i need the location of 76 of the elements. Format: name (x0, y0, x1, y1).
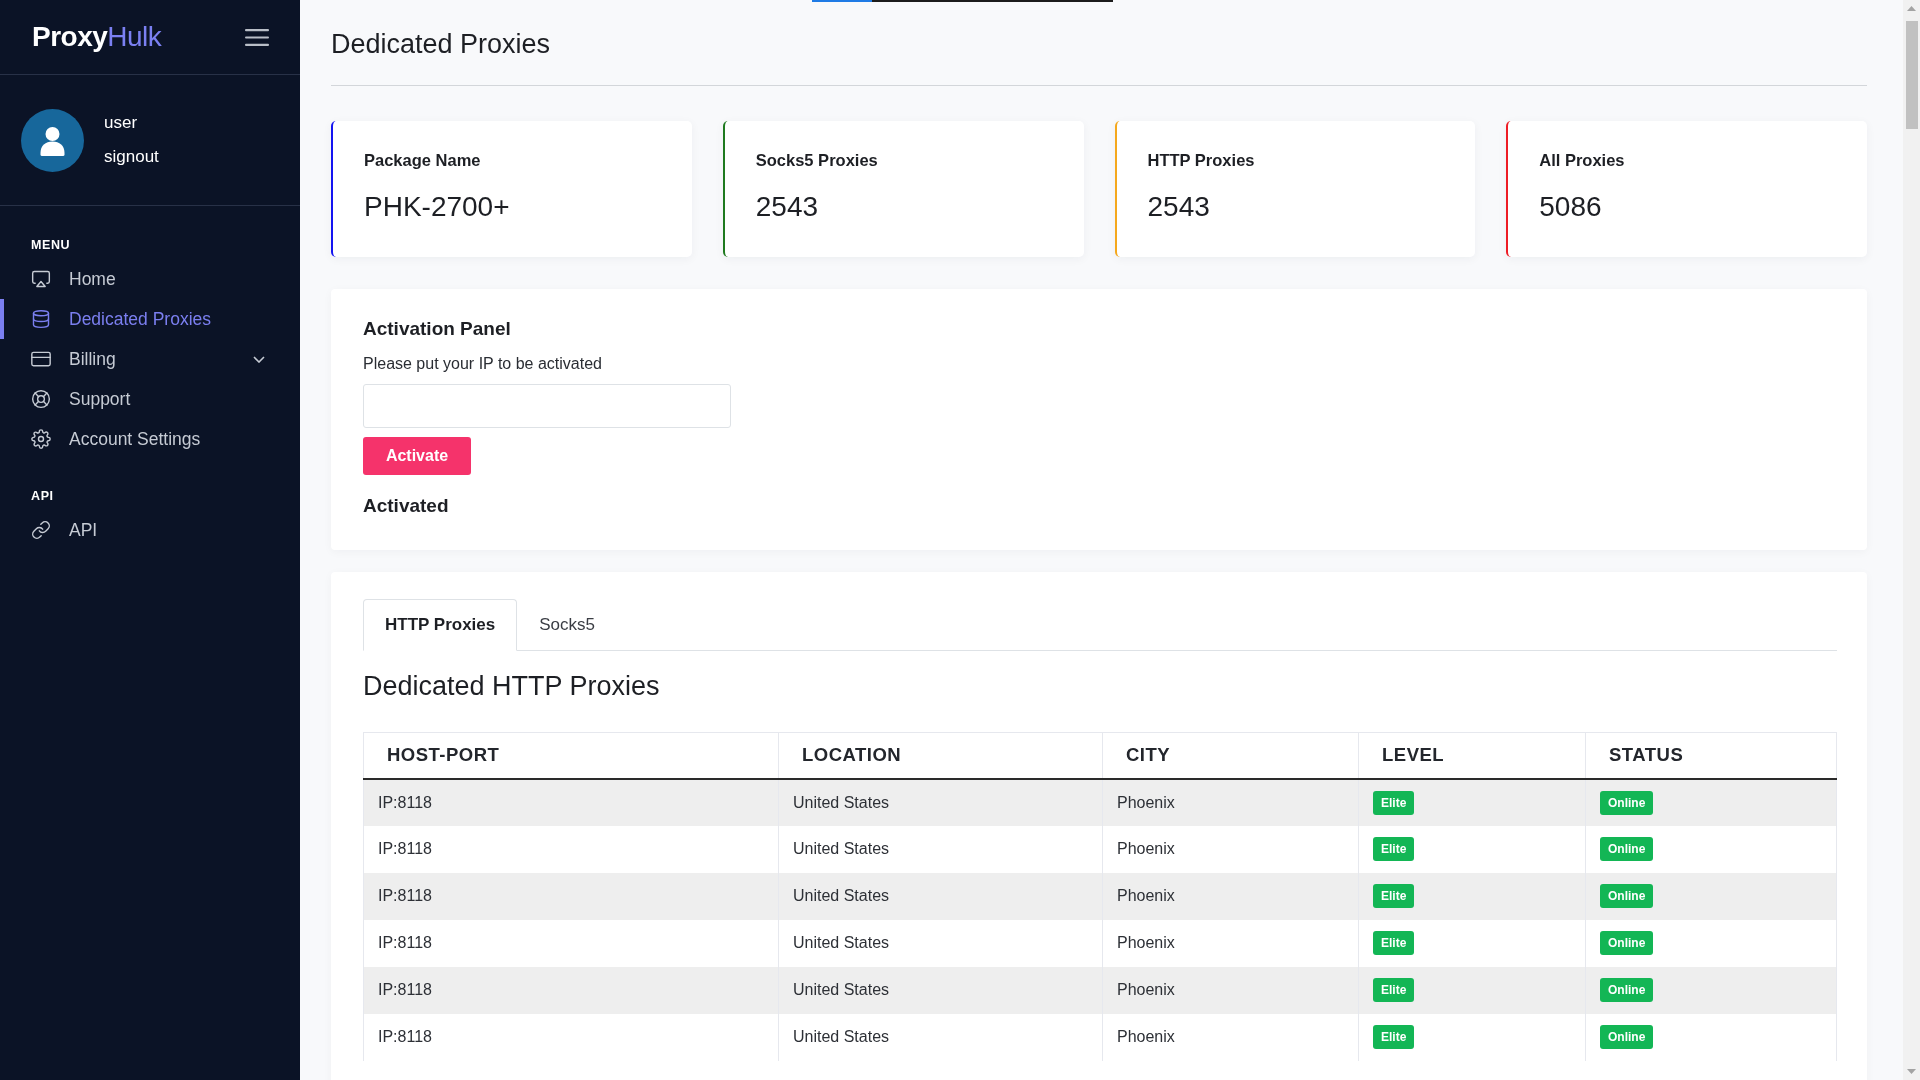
status-badge: Online (1600, 884, 1654, 908)
sidebar-item[interactable]: Billing (0, 339, 300, 379)
table-cell: United States (778, 1013, 1103, 1061)
sidebar-item[interactable]: Account Settings (0, 419, 300, 459)
sidebar-item[interactable]: Support (0, 379, 300, 419)
settings-icon (31, 429, 51, 449)
stat-value: PHK-2700+ (364, 190, 510, 224)
stat-value: 5086 (1539, 190, 1602, 224)
table-cell: United States (778, 919, 1103, 967)
stat-label: All Proxies (1539, 150, 1625, 170)
link-icon (31, 520, 51, 540)
level-badge: Elite (1373, 1025, 1415, 1049)
instruction-text: Please put your IP to be activated (363, 354, 602, 374)
menu-section-heading: API (31, 488, 54, 504)
level-badge: Elite (1373, 931, 1415, 955)
table-cell: Phoenix (1102, 919, 1359, 967)
menu-icon (245, 28, 269, 46)
level-badge: Elite (1373, 790, 1415, 815)
status-badge: Online (1600, 837, 1654, 861)
status-badge: Online (1600, 1025, 1654, 1049)
sidebar-item[interactable]: Home (0, 259, 300, 299)
table-cell: IP:8118 (363, 919, 779, 967)
table-cell: IP:8118 (363, 1013, 779, 1061)
scroll-down-icon[interactable] (1907, 1069, 1916, 1074)
credit-card-icon (31, 349, 51, 369)
status-badge: Online (1600, 790, 1654, 815)
scroll-up-icon[interactable] (1907, 6, 1916, 11)
table-cell: IP:8118 (363, 966, 779, 1014)
column-header: STATUS (1585, 732, 1837, 779)
table-cell: Phoenix (1102, 825, 1359, 873)
activation-status: Activated (363, 494, 449, 518)
scrollbar-thumb[interactable] (1905, 21, 1918, 129)
menu-button[interactable] (245, 28, 269, 46)
level-badge: Elite (1373, 837, 1415, 861)
table-cell: IP:8118 (363, 825, 779, 873)
status-badge: Online (1600, 931, 1654, 955)
table-cell: Phoenix (1102, 778, 1359, 826)
chevron-down-icon (253, 355, 265, 363)
stat-label: Package Name (364, 150, 481, 170)
level-badge: Elite (1373, 884, 1415, 908)
database-icon (31, 309, 51, 329)
table-cell: IP:8118 (363, 778, 779, 826)
signout-link[interactable]: signout (104, 146, 159, 168)
table-cell: United States (778, 966, 1103, 1014)
level-badge: Elite (1373, 978, 1415, 1002)
table-cell: United States (778, 825, 1103, 873)
panel-title: Activation Panel (363, 317, 511, 341)
tab[interactable]: Socks5 (517, 599, 617, 651)
lifebuoy-icon (31, 389, 51, 409)
screen-icon (31, 269, 51, 289)
column-header: CITY (1102, 732, 1359, 779)
avatar-icon (21, 108, 84, 172)
table-title: Dedicated HTTP Proxies (363, 670, 660, 703)
activate-button[interactable]: Activate (363, 437, 471, 475)
table-cell: Phoenix (1102, 1013, 1359, 1061)
column-header: HOST-PORT (363, 732, 779, 779)
menu-section-heading: MENU (31, 237, 71, 253)
sidebar-item[interactable]: API (0, 510, 300, 550)
column-header: LOCATION (778, 732, 1103, 779)
table-cell: United States (778, 872, 1103, 920)
stat-value: 2543 (1147, 190, 1210, 224)
table-cell: Phoenix (1102, 872, 1359, 920)
user-name: user (104, 112, 138, 134)
tab[interactable]: HTTP Proxies (363, 599, 518, 651)
logo[interactable]: ProxyHulk (32, 20, 162, 54)
table-cell: Phoenix (1102, 966, 1359, 1014)
status-badge: Online (1600, 978, 1654, 1002)
ip-input-field[interactable] (363, 384, 731, 428)
stat-label: Socks5 Proxies (755, 150, 878, 170)
table-cell: IP:8118 (363, 872, 779, 920)
scrollbar[interactable] (1903, 0, 1920, 1080)
page-title: Dedicated Proxies (331, 27, 551, 61)
table-cell: United States (778, 778, 1103, 826)
stat-value: 2543 (755, 190, 819, 224)
column-header: LEVEL (1358, 732, 1586, 779)
stat-label: HTTP Proxies (1147, 150, 1255, 170)
